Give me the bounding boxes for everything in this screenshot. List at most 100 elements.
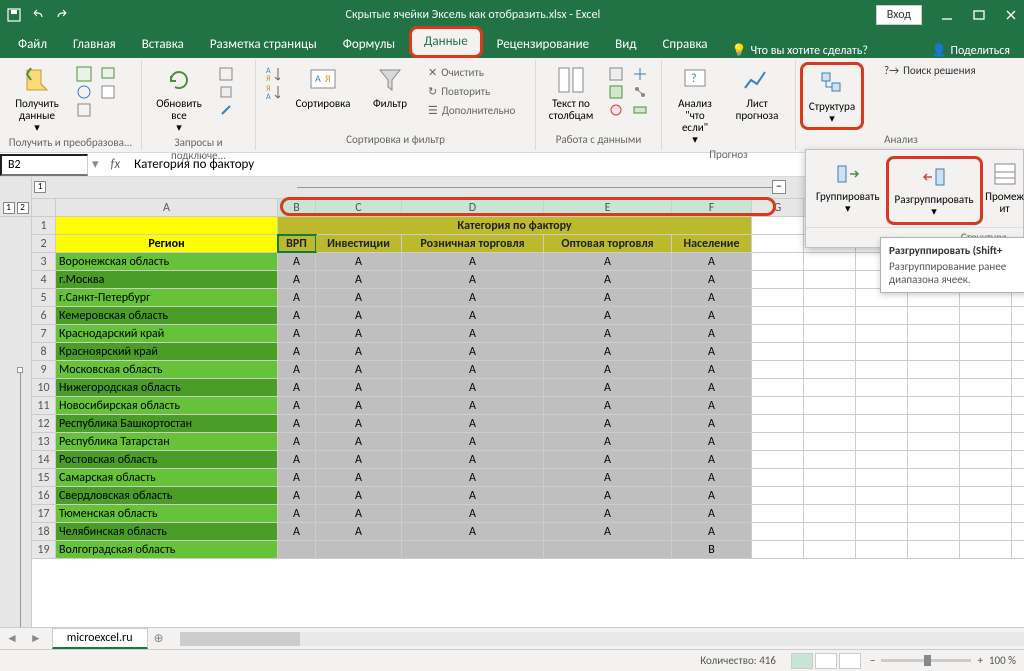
cell-blank[interactable] xyxy=(752,271,804,288)
get-data-button[interactable]: Получить данные ▾ xyxy=(4,62,70,136)
cell-blank[interactable] xyxy=(804,343,856,360)
col-header-B[interactable]: B xyxy=(278,199,316,216)
cell-blank[interactable] xyxy=(804,487,856,504)
cell-blank[interactable] xyxy=(856,379,908,396)
cell-region-hdr[interactable]: Регион xyxy=(56,235,278,252)
col-header-F[interactable]: F xyxy=(672,199,752,216)
row-header[interactable]: 13 xyxy=(32,433,56,450)
cell-blank[interactable] xyxy=(804,397,856,414)
relations-icon[interactable] xyxy=(632,84,648,100)
cell-val[interactable]: A xyxy=(402,379,544,396)
recent-icon[interactable] xyxy=(100,66,116,82)
cell-val[interactable]: A xyxy=(672,487,752,504)
cell-val[interactable]: A xyxy=(316,433,402,450)
cell-val[interactable]: A xyxy=(402,505,544,522)
cell-val[interactable]: A xyxy=(316,307,402,324)
row-7[interactable]: 7Краснодарский крайAAAAA xyxy=(32,325,1024,343)
cell-blank[interactable] xyxy=(804,289,856,306)
cell-blank[interactable] xyxy=(908,415,960,432)
outline-level-2[interactable]: 2 xyxy=(17,202,29,214)
cell-val[interactable]: A xyxy=(544,451,672,468)
cell-blank[interactable] xyxy=(856,487,908,504)
tellme[interactable]: 💡 Что вы хотите сделать? xyxy=(732,43,868,58)
row-5[interactable]: 5г.Санкт-ПетербургAAAAA xyxy=(32,289,1024,307)
cell-region[interactable]: Красноярский край xyxy=(56,343,278,360)
cell-hdr-4[interactable]: Оптовая торговля xyxy=(544,235,672,252)
cell-region[interactable]: Московская область xyxy=(56,361,278,378)
col-header-C[interactable]: C xyxy=(316,199,402,216)
row-18[interactable]: 18Челябинская областьAAAAA xyxy=(32,523,1024,541)
cell-blank[interactable] xyxy=(752,433,804,450)
cell-blank[interactable] xyxy=(856,415,908,432)
cell-blank[interactable] xyxy=(752,217,804,234)
cell-blank[interactable] xyxy=(804,307,856,324)
cell-val[interactable]: A xyxy=(544,415,672,432)
cell-val[interactable]: A xyxy=(402,325,544,342)
new-sheet-icon[interactable]: ⊕ xyxy=(148,631,170,646)
horizontal-scrollbar[interactable] xyxy=(180,632,1024,646)
cell-blank[interactable] xyxy=(804,379,856,396)
cell-val[interactable]: A xyxy=(278,523,316,540)
cell-val[interactable]: A xyxy=(278,307,316,324)
cell-region[interactable]: Тюменская область xyxy=(56,505,278,522)
outline-level-1[interactable]: 1 xyxy=(3,202,15,214)
cell-val[interactable] xyxy=(316,541,402,558)
cell-val[interactable]: A xyxy=(278,469,316,486)
zoom-out[interactable]: − xyxy=(870,654,875,667)
cell-val[interactable]: A xyxy=(544,397,672,414)
cell-blank[interactable] xyxy=(752,307,804,324)
tab-формулы[interactable]: Формулы xyxy=(331,32,407,58)
cell-val[interactable]: A xyxy=(316,325,402,342)
cell-region[interactable]: Челябинская область xyxy=(56,523,278,540)
row-header[interactable]: 11 xyxy=(32,397,56,414)
cell-region[interactable]: Кемеровская область xyxy=(56,307,278,324)
cell-val[interactable]: A xyxy=(672,379,752,396)
remove-dup-icon[interactable] xyxy=(608,84,624,100)
cell-hdr-5[interactable]: Население xyxy=(672,235,752,252)
cell-val[interactable]: A xyxy=(672,361,752,378)
cell-blank[interactable] xyxy=(856,469,908,486)
group-button[interactable]: Группировать ▾ xyxy=(810,156,886,225)
cell-val[interactable] xyxy=(544,541,672,558)
col-header-G[interactable]: G xyxy=(752,199,804,216)
cell-region[interactable]: Республика Татарстан xyxy=(56,433,278,450)
cell-val[interactable]: A xyxy=(544,487,672,504)
row-header[interactable]: 9 xyxy=(32,361,56,378)
cell-val[interactable]: B xyxy=(672,541,752,558)
cell-blank[interactable] xyxy=(960,469,1012,486)
fx-icon[interactable]: fx xyxy=(103,157,129,172)
cell-region[interactable]: Новосибирская область xyxy=(56,397,278,414)
tab-данные[interactable]: Данные xyxy=(409,26,483,58)
cell-blank[interactable] xyxy=(960,451,1012,468)
row-13[interactable]: 13Республика ТатарстанAAAAA xyxy=(32,433,1024,451)
cell-hdr-1[interactable]: ВРП xyxy=(278,235,316,252)
cell-blank[interactable] xyxy=(908,487,960,504)
cell-blank[interactable] xyxy=(908,379,960,396)
cell-cat-header[interactable]: Категория по фактору xyxy=(278,217,752,234)
cell-val[interactable]: A xyxy=(278,325,316,342)
cell-val[interactable]: A xyxy=(278,505,316,522)
cell-blank[interactable] xyxy=(752,523,804,540)
row-header[interactable]: 8 xyxy=(32,343,56,360)
row-14[interactable]: 14Ростовская областьAAAAA xyxy=(32,451,1024,469)
cell-val[interactable]: A xyxy=(672,505,752,522)
cell-blank[interactable] xyxy=(804,433,856,450)
cell-blank[interactable] xyxy=(908,343,960,360)
cell-val[interactable]: A xyxy=(544,325,672,342)
consolidate-icon[interactable] xyxy=(632,66,648,82)
cell-val[interactable]: A xyxy=(672,307,752,324)
col-header-D[interactable]: D xyxy=(402,199,544,216)
subtotal-button[interactable]: Промеж ит xyxy=(983,156,1024,225)
row-19[interactable]: 19Волгоградская областьB xyxy=(32,541,1024,559)
cell-blank[interactable] xyxy=(752,541,804,558)
cell-val[interactable]: A xyxy=(672,325,752,342)
cell-blank[interactable] xyxy=(752,253,804,270)
cell-val[interactable]: A xyxy=(402,361,544,378)
row-header[interactable]: 18 xyxy=(32,523,56,540)
cell-blank[interactable] xyxy=(856,397,908,414)
sort-az-icon[interactable]: AЯ xyxy=(264,64,280,80)
cell-blank[interactable] xyxy=(752,343,804,360)
close-icon[interactable] xyxy=(1004,8,1018,22)
tab-главная[interactable]: Главная xyxy=(61,32,128,58)
cell-blank[interactable] xyxy=(960,307,1012,324)
